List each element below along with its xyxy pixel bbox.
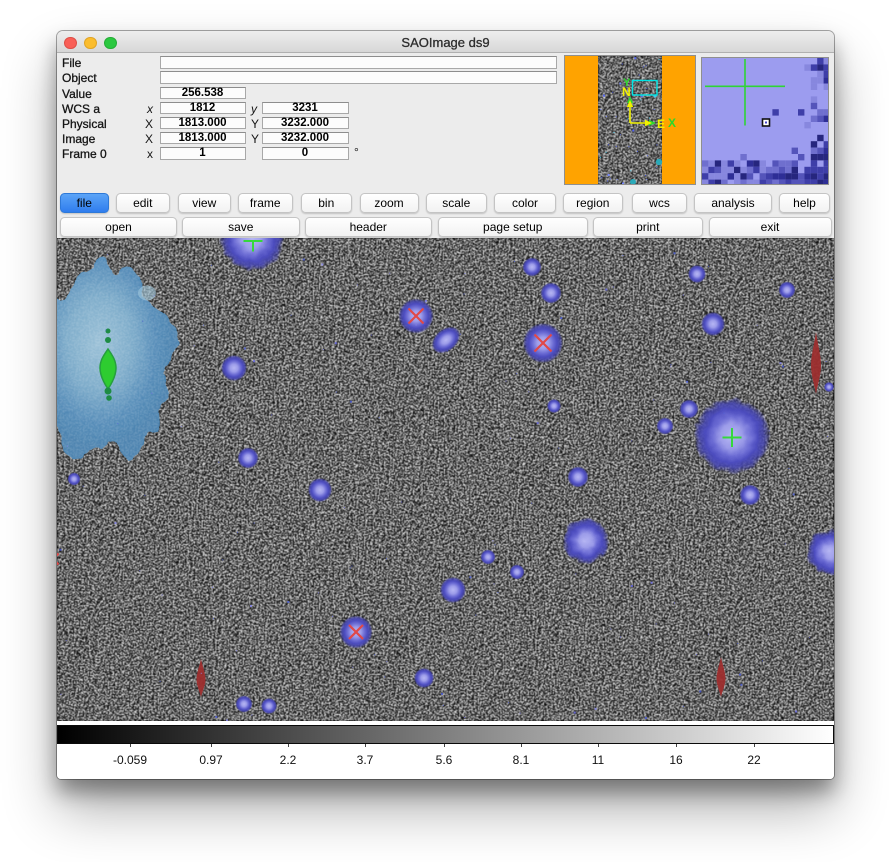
svg-text:N: N: [622, 85, 631, 99]
svg-text:E: E: [657, 117, 665, 131]
svg-text:X: X: [668, 116, 676, 130]
